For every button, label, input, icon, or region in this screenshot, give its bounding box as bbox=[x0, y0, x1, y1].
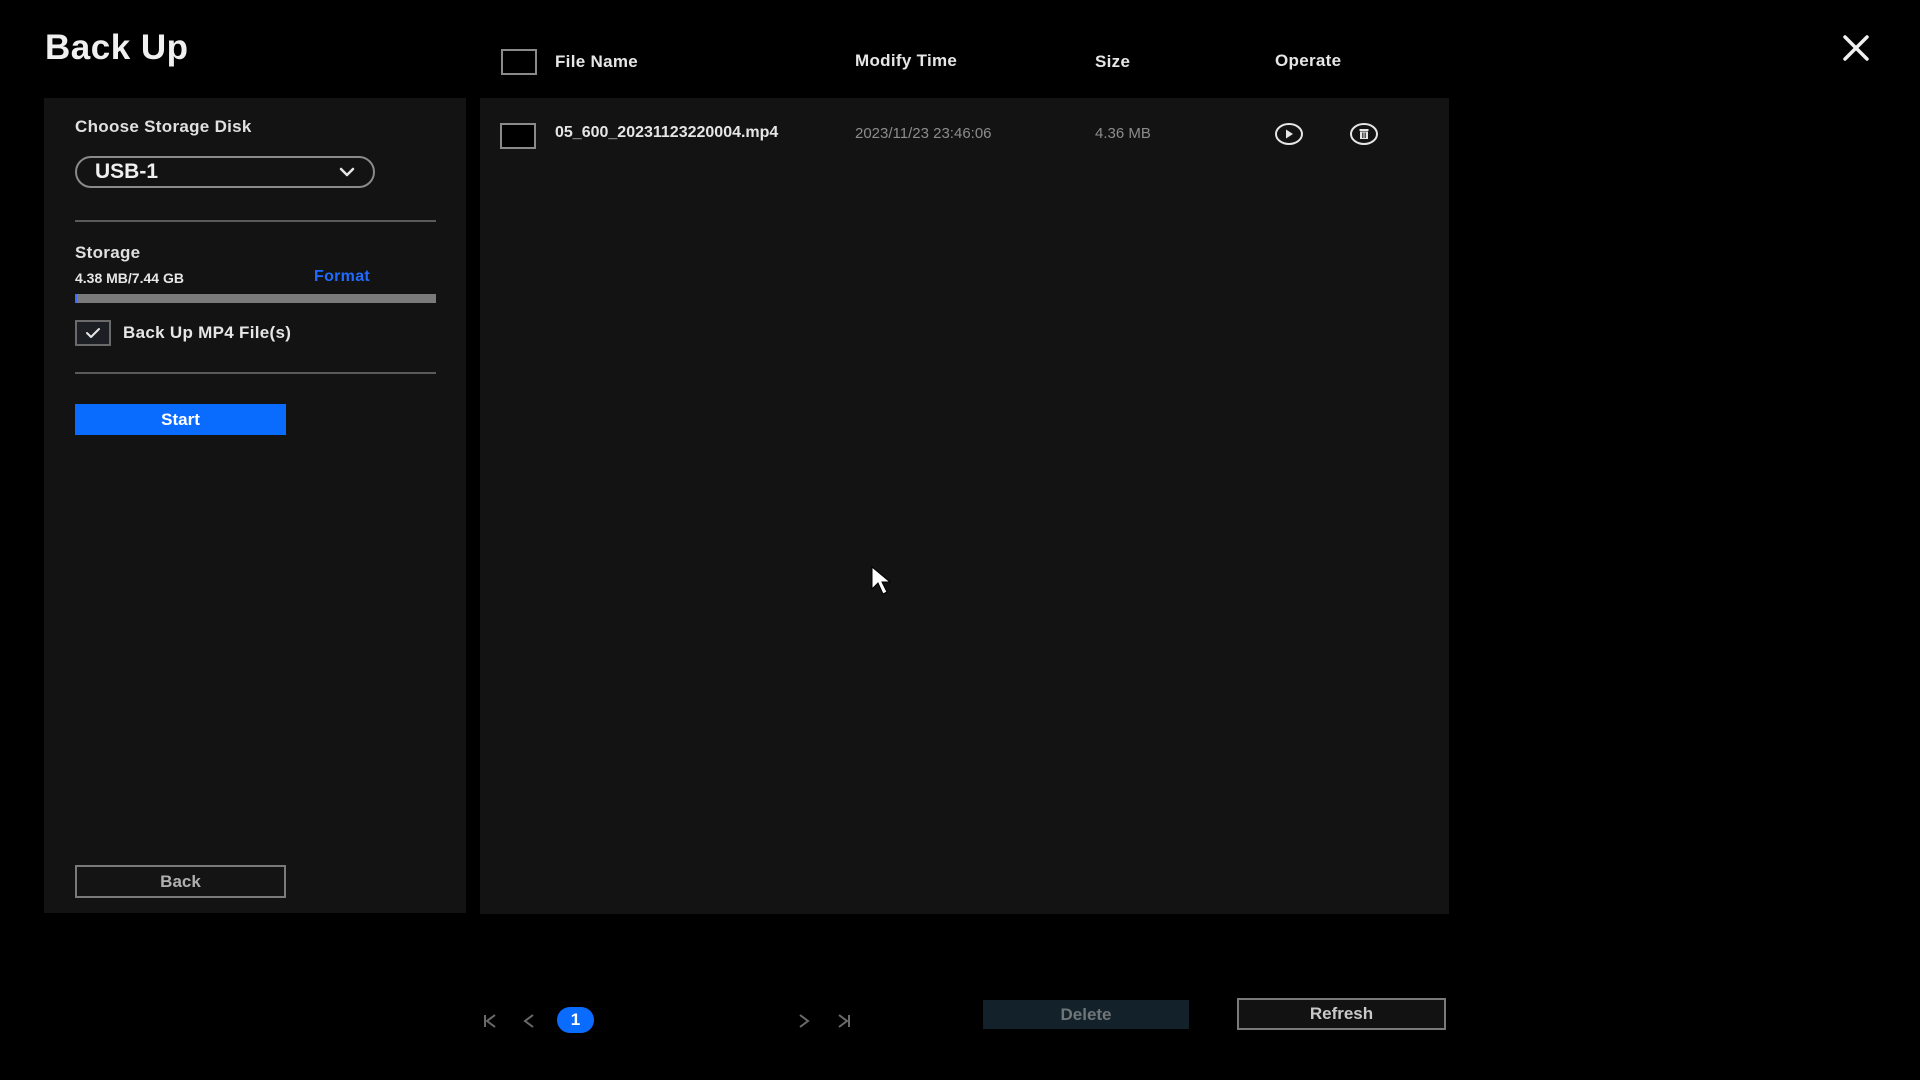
divider bbox=[75, 372, 436, 374]
backup-mp4-checkbox[interactable] bbox=[75, 320, 111, 346]
page-number-current[interactable]: 1 bbox=[557, 1007, 594, 1033]
refresh-button[interactable]: Refresh bbox=[1237, 998, 1446, 1030]
column-header-modify-time: Modify Time bbox=[855, 51, 958, 70]
last-page-icon bbox=[838, 1014, 850, 1028]
modify-time-cell: 2023/11/23 23:46:06 bbox=[855, 125, 992, 142]
next-page-icon bbox=[799, 1014, 810, 1028]
column-header-size: Size bbox=[1095, 52, 1131, 71]
delete-icon bbox=[1350, 123, 1378, 145]
row-checkbox[interactable] bbox=[500, 123, 536, 149]
storage-disk-select[interactable]: USB-1 bbox=[75, 156, 375, 188]
file-name-cell: 05_600_20231123220004.mp4 bbox=[555, 124, 779, 141]
storage-usage-fill bbox=[75, 294, 77, 303]
storage-label: Storage bbox=[75, 243, 141, 262]
column-header-file-name: File Name bbox=[555, 52, 639, 71]
backup-settings-panel: Choose Storage Disk USB-1 Storage 4.38 M… bbox=[44, 98, 466, 913]
divider bbox=[75, 220, 436, 222]
storage-usage-bar bbox=[75, 294, 436, 303]
close-button[interactable] bbox=[1838, 30, 1874, 66]
play-icon bbox=[1275, 123, 1303, 145]
disk-select-value: USB-1 bbox=[95, 160, 159, 183]
checkmark-icon bbox=[86, 328, 100, 338]
close-icon bbox=[1843, 35, 1869, 61]
last-page-button[interactable] bbox=[835, 1010, 853, 1032]
column-header-operate: Operate bbox=[1275, 51, 1342, 70]
page-title: Back Up bbox=[45, 28, 189, 67]
back-button[interactable]: Back bbox=[75, 865, 286, 898]
first-page-button[interactable] bbox=[481, 1010, 499, 1032]
prev-page-button[interactable] bbox=[520, 1010, 538, 1032]
chevron-down-icon bbox=[339, 167, 355, 177]
start-button[interactable]: Start bbox=[75, 404, 286, 435]
choose-disk-label: Choose Storage Disk bbox=[75, 117, 252, 136]
select-all-checkbox[interactable] bbox=[501, 49, 537, 75]
size-cell: 4.36 MB bbox=[1095, 125, 1151, 142]
delete-button[interactable]: Delete bbox=[983, 1000, 1189, 1029]
delete-file-button[interactable] bbox=[1349, 122, 1379, 146]
next-page-button[interactable] bbox=[795, 1010, 813, 1032]
table-row[interactable]: 05_600_20231123220004.mp4 2023/11/23 23:… bbox=[480, 98, 1449, 158]
play-button[interactable] bbox=[1274, 122, 1304, 146]
file-list-panel: 05_600_20231123220004.mp4 2023/11/23 23:… bbox=[480, 98, 1449, 914]
storage-usage-text: 4.38 MB/7.44 GB bbox=[75, 270, 184, 286]
backup-mp4-label: Back Up MP4 File(s) bbox=[123, 323, 292, 342]
format-link[interactable]: Format bbox=[314, 268, 370, 286]
prev-page-icon bbox=[523, 1014, 534, 1028]
first-page-icon bbox=[484, 1014, 496, 1028]
